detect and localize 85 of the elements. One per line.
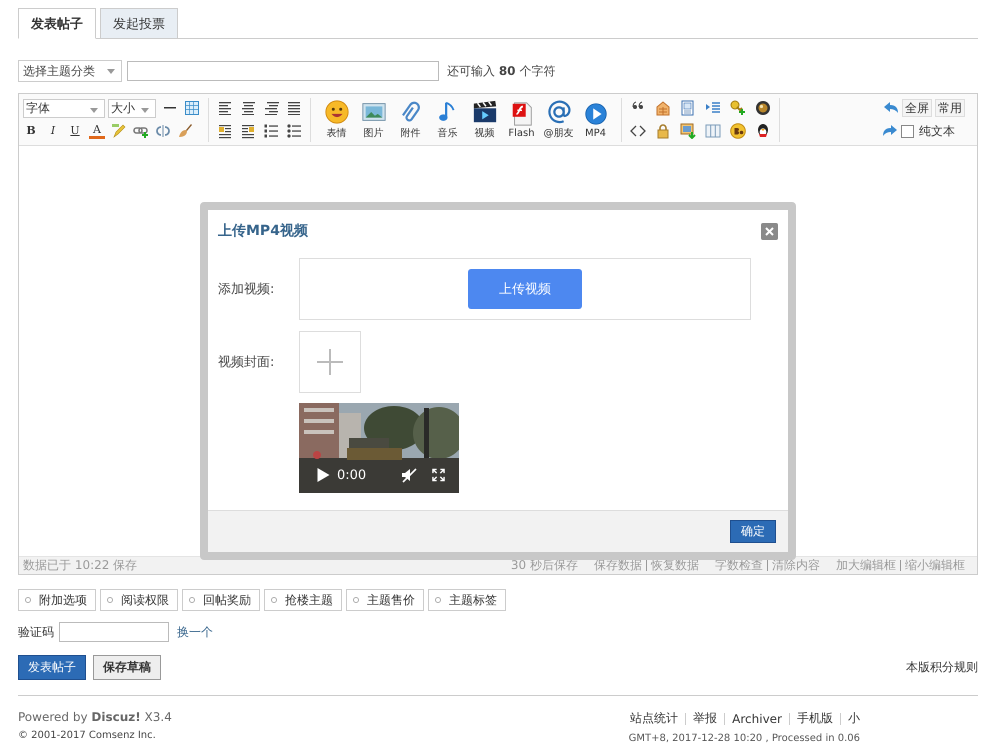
tab[interactable]: 发表帖子	[18, 8, 96, 39]
autosave-text: 30 秒后保存	[510, 557, 578, 574]
char-count-hint: 还可输入 80 个字符	[447, 62, 556, 80]
server-info: GMT+8, 2017-12-28 10:20 , Processed in 0.06	[628, 733, 860, 744]
justify-icon[interactable]	[286, 100, 302, 116]
table-icon[interactable]	[184, 100, 200, 116]
option-button[interactable]: 回帖奖励	[182, 589, 260, 611]
ball-icon[interactable]	[755, 100, 771, 116]
footer-link[interactable]: 举报	[693, 710, 718, 727]
subject-field[interactable]	[127, 61, 439, 81]
close-icon[interactable]	[761, 222, 778, 240]
columns-icon[interactable]	[705, 123, 721, 139]
plus-icon	[317, 349, 343, 375]
caret-icon	[141, 108, 149, 112]
document-icon[interactable]	[680, 100, 696, 116]
option-button[interactable]: 阅读权限	[100, 589, 178, 611]
bullet-list-icon[interactable]	[286, 123, 302, 139]
muted-speaker-icon[interactable]	[401, 467, 417, 483]
key-icon[interactable]	[730, 100, 746, 116]
media-button[interactable]: @朋友	[541, 99, 576, 140]
powered-by-text: Powered by Discuz! X3.4	[18, 710, 172, 724]
footer-link[interactable]: 站点统计	[630, 710, 678, 727]
align-center-icon[interactable]	[240, 100, 256, 116]
media-button[interactable]: MP4	[578, 100, 613, 138]
option-button[interactable]: 主题标签	[428, 589, 506, 611]
bg-badge-icon[interactable]	[730, 123, 746, 139]
list-arrow-icon[interactable]	[705, 100, 721, 116]
size-select[interactable]: 大小	[108, 98, 156, 118]
save-draft-button[interactable]: 保存草稿	[93, 654, 161, 680]
caret-icon	[107, 69, 115, 74]
option-button[interactable]: 主题售价	[346, 589, 424, 611]
format-key[interactable]: B	[23, 123, 39, 139]
media-button[interactable]: Flash	[504, 100, 539, 138]
submit-button[interactable]: 发表帖子	[18, 654, 86, 680]
lock-icon[interactable]	[655, 123, 671, 139]
tab[interactable]: 发起投票	[100, 8, 178, 39]
field-label: 添加视频:	[218, 281, 276, 298]
copyright-text: © 2001-2017 Comsenz Inc.	[18, 730, 157, 741]
caret-icon	[90, 108, 98, 112]
media-button[interactable]: 音乐	[430, 99, 465, 140]
smiley-icon	[324, 99, 350, 125]
media-button[interactable]: 图片	[356, 99, 391, 140]
footer-link[interactable]: Archiver	[732, 712, 782, 726]
footer-link[interactable]: 小	[848, 710, 860, 727]
option-button[interactable]: 附加选项	[18, 589, 96, 611]
format-key[interactable]: A	[89, 124, 105, 138]
font-select[interactable]: 字体	[23, 98, 105, 118]
brush-icon[interactable]	[177, 123, 193, 139]
code-icon[interactable]	[630, 123, 646, 139]
penguin-icon[interactable]	[755, 123, 771, 139]
play-icon[interactable]	[317, 468, 330, 482]
align-left-icon[interactable]	[217, 100, 233, 116]
at-sign-icon	[546, 99, 572, 125]
captcha-label: 验证码	[18, 624, 54, 640]
float-right-icon[interactable]	[240, 123, 256, 139]
field-label: 视频封面:	[218, 354, 276, 371]
play-circle-icon	[582, 100, 608, 126]
fullscreen-button[interactable]: 全屏	[902, 99, 932, 117]
save-status: 数据已于 10:22 保存	[23, 557, 138, 574]
option-button[interactable]: 抢楼主题	[264, 589, 342, 611]
confirm-button[interactable]: 确定	[730, 520, 776, 543]
float-left-icon[interactable]	[217, 123, 233, 139]
ordered-list-icon[interactable]	[263, 123, 279, 139]
image-download-icon[interactable]	[680, 123, 696, 139]
category-select[interactable]: 选择主题分类	[18, 60, 122, 82]
highlighter-icon[interactable]	[111, 123, 127, 139]
dialog-title: 上传MP4视频	[218, 222, 308, 240]
media-button[interactable]: 视频	[467, 99, 502, 140]
media-button[interactable]: 表情	[319, 99, 354, 140]
captcha-field[interactable]	[59, 622, 169, 642]
common-button[interactable]: 常用	[935, 99, 965, 117]
checkbox-label: 纯文本	[919, 122, 955, 140]
plain-text-checkbox[interactable]	[901, 124, 914, 138]
rules-link[interactable]: 本版积分规则	[906, 658, 978, 676]
format-key[interactable]: I	[45, 123, 61, 139]
building-icon[interactable]	[655, 100, 671, 116]
format-key[interactable]: U	[67, 123, 83, 139]
media-button[interactable]: 附件	[393, 99, 428, 140]
align-right-icon[interactable]	[263, 100, 279, 116]
video-time: 0:00	[337, 468, 368, 482]
refresh-captcha-link[interactable]: 换一个	[177, 624, 213, 640]
fullscreen-icon[interactable]	[432, 468, 445, 482]
clapperboard-icon	[472, 99, 498, 125]
unlink-icon[interactable]	[155, 123, 171, 139]
footer-link[interactable]: 手机版	[797, 710, 833, 727]
